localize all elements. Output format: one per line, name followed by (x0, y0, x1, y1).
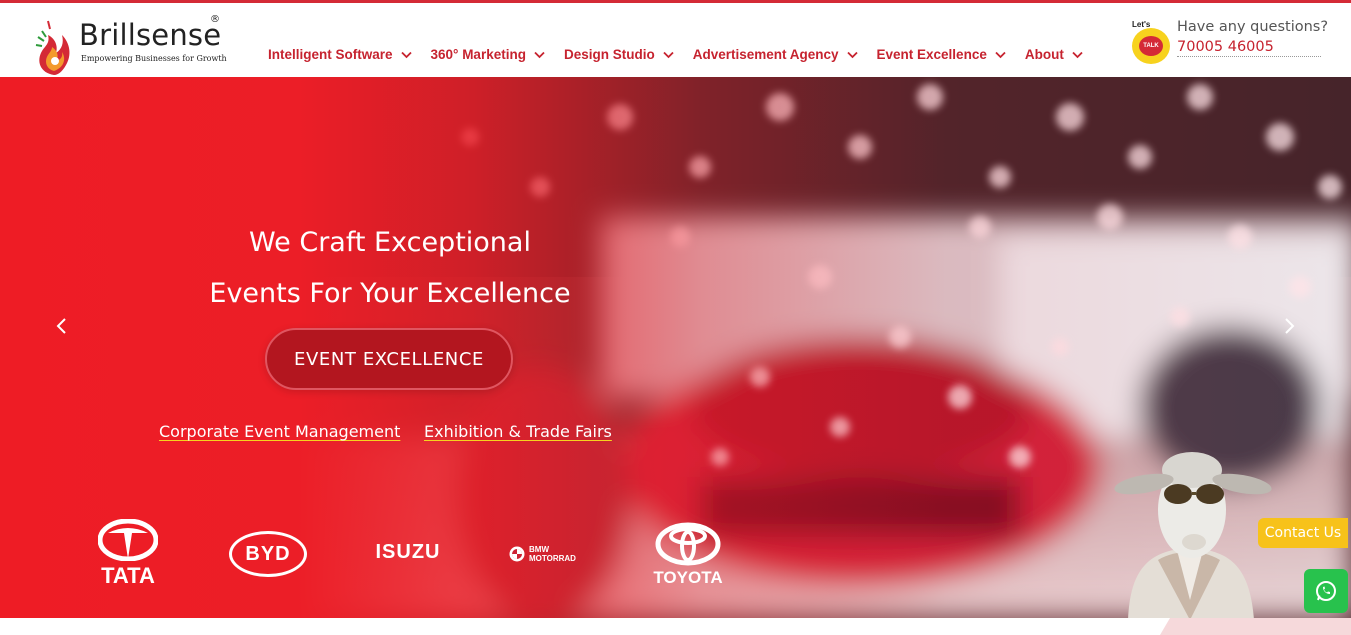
nav-item-event-excellence[interactable]: Event Excellence (877, 47, 1006, 62)
nav-item-advertisement-agency[interactable]: Advertisement Agency (693, 47, 858, 62)
sheep-mascot (1114, 452, 1272, 620)
slider-next-arrow-icon[interactable] (1279, 316, 1299, 336)
hero-headline-line-1: We Craft Exceptional (249, 227, 531, 258)
phone-number-link[interactable]: 70005 46005 (1177, 39, 1321, 57)
chevron-down-icon (846, 51, 858, 58)
tata-wordmark: TATA (101, 563, 155, 588)
tata-logo: TATA (88, 519, 168, 589)
main-nav: Intelligent Software 360° Marketing Desi… (268, 47, 1102, 62)
hero-headline-line-2: Events For Your Excellence (209, 278, 571, 309)
chevron-down-icon (1072, 51, 1083, 58)
chevron-down-icon (400, 51, 412, 58)
nav-item-label: Intelligent Software (268, 47, 393, 62)
chevron-down-icon (534, 51, 545, 58)
below-hero-area (0, 618, 1351, 635)
brand-logo[interactable]: Brillsense ® Empowering Businesses for G… (34, 14, 234, 79)
chevron-down-icon (995, 51, 1006, 58)
nav-item-label: About (1024, 47, 1064, 62)
brand-tagline: Empowering Businesses for Growth (81, 54, 227, 63)
talk-label: TALK (1139, 36, 1163, 56)
corporate-event-management-link[interactable]: Corporate Event Management (159, 422, 400, 441)
slider-prev-arrow-icon[interactable] (52, 316, 72, 336)
registered-mark: ® (210, 14, 220, 25)
whatsapp-button[interactable] (1304, 569, 1348, 613)
nav-item-about[interactable]: About (1025, 47, 1083, 62)
nav-item-label: Advertisement Agency (692, 47, 839, 62)
bottom-pink-shape (1160, 618, 1351, 635)
questions-text: Have any questions? (1177, 19, 1329, 35)
toyota-emblem-icon (655, 522, 721, 566)
contact-us-button[interactable]: Contact Us (1258, 518, 1348, 548)
nav-item-label: Design Studio (563, 47, 655, 62)
chevron-down-icon (663, 51, 674, 58)
byd-logo: BYD (229, 531, 307, 577)
site-header: Brillsense ® Empowering Businesses for G… (0, 3, 1351, 77)
brand-name: Brillsense (79, 18, 222, 52)
toyota-logo: TOYOTA (648, 522, 728, 588)
exhibition-trade-fairs-link[interactable]: Exhibition & Trade Fairs (424, 422, 612, 441)
event-excellence-button[interactable]: EVENT EXCELLENCE (265, 328, 513, 390)
byd-wordmark: BYD (245, 542, 291, 565)
isuzu-wordmark: ISUZU (375, 541, 441, 563)
nav-item-intelligent-software[interactable]: Intelligent Software (268, 47, 412, 62)
nav-item-design-studio[interactable]: Design Studio (564, 47, 674, 62)
nav-item-360-marketing[interactable]: 360° Marketing (431, 47, 545, 62)
toyota-wordmark: TOYOTA (653, 568, 723, 587)
bmw-roundel-icon (509, 546, 525, 562)
isuzu-logo: ISUZU (368, 541, 448, 564)
talk-bubble-icon: TALK (1132, 28, 1170, 64)
bmw-wordmark: BMW (529, 545, 549, 554)
motorrad-wordmark: MOTORRAD (529, 554, 576, 563)
nav-item-label: Event Excellence (876, 47, 987, 62)
flame-logo-icon (35, 20, 70, 75)
nav-item-label: 360° Marketing (430, 47, 526, 62)
whatsapp-icon (1316, 581, 1336, 601)
lets-talk-badge[interactable]: Let's TALK (1130, 20, 1174, 64)
bmw-motorrad-logo: BMW MOTORRAD (509, 545, 589, 563)
tata-emblem-icon (98, 519, 158, 561)
